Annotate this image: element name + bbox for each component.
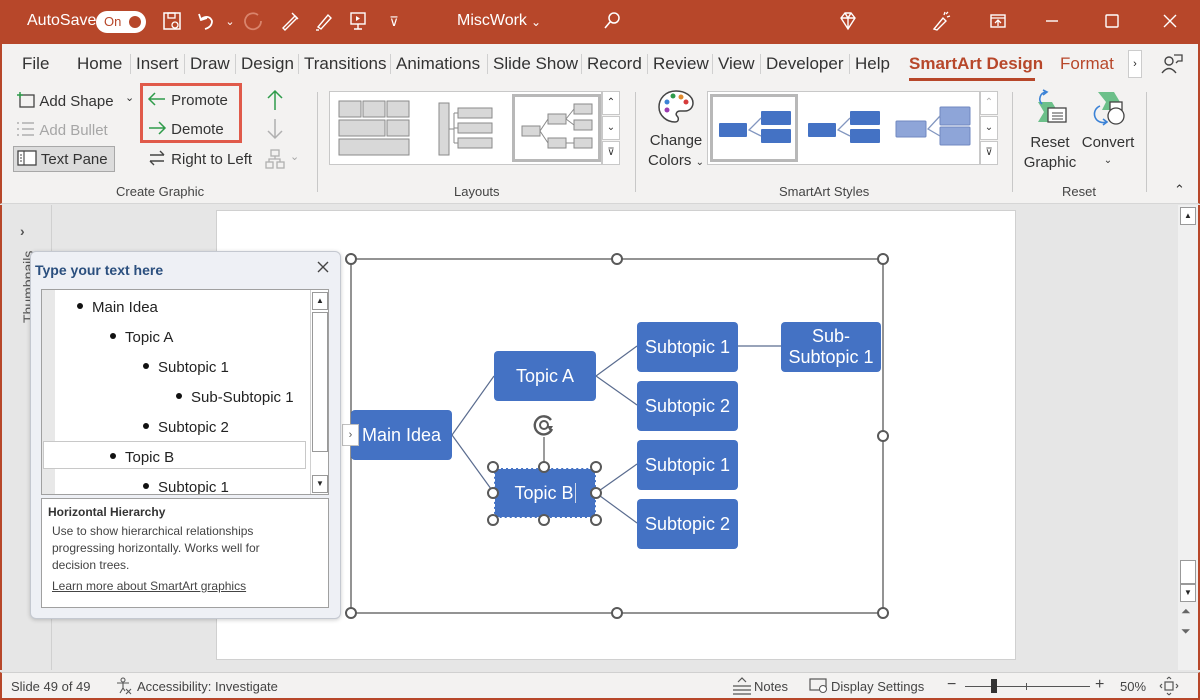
scroll-thumb[interactable]	[1180, 560, 1196, 584]
list-item-subtopic-2[interactable]: Subtopic 2	[143, 419, 229, 436]
frame-resize-handle-nw[interactable]	[345, 253, 357, 265]
frame-resize-handle-n[interactable]	[611, 253, 623, 265]
accessibility-icon	[115, 677, 133, 698]
layout-description-title: Horizontal Hierarchy	[48, 505, 166, 519]
layout-description: Horizontal Hierarchy Use to show hierarc…	[41, 498, 329, 608]
connector-main-topic-a	[451, 375, 495, 436]
previous-slide-icon[interactable]: ⏶	[1181, 605, 1191, 617]
zoom-out-button[interactable]: −	[947, 676, 956, 694]
display-settings-icon	[809, 677, 829, 698]
text-pane-bullet-list[interactable]: Main Idea Topic A Subtopic 1 Sub-Subtopi…	[41, 289, 329, 495]
connector-topic-b-sub1	[595, 463, 638, 494]
text-pane: Type your text here Main Idea Topic A Su…	[30, 251, 341, 619]
shape-resize-handle-w[interactable]	[487, 487, 499, 499]
status-bar: Slide 49 of 49 Accessibility: Investigat…	[0, 672, 1200, 700]
layout-description-text: Use to show hierarchical relationships p…	[52, 524, 260, 572]
zoom-slider-center-tick	[1026, 683, 1027, 690]
scroll-up-icon[interactable]: ▲	[1180, 207, 1196, 225]
node-topic-a[interactable]: Topic A	[494, 351, 596, 401]
node-topic-b-label: Topic B	[514, 482, 574, 503]
frame-resize-handle-e[interactable]	[877, 430, 889, 442]
shape-resize-handle-nw[interactable]	[487, 461, 499, 473]
learn-more-link[interactable]: Learn more about SmartArt graphics	[48, 579, 322, 593]
scroll-up-icon[interactable]: ▲	[312, 292, 328, 310]
connector-topic-b-sub2	[595, 492, 638, 524]
node-main-idea[interactable]: Main Idea	[351, 410, 452, 460]
list-item-topic-a[interactable]: Topic A	[110, 329, 173, 346]
slide-scrollbar[interactable]: ▲ ▼ ⏶ ⏷	[1178, 205, 1200, 670]
notes-icon	[731, 676, 753, 699]
accessibility-status[interactable]: Accessibility: Investigate	[137, 679, 278, 694]
scroll-down-icon[interactable]: ▼	[312, 475, 328, 493]
connector-topic-a-sub1	[595, 345, 638, 377]
list-item-topic-b-selected[interactable]: Topic B	[110, 449, 174, 466]
frame-resize-handle-se[interactable]	[877, 607, 889, 619]
node-topic-a-subtopic-1[interactable]: Subtopic 1	[637, 322, 738, 372]
text-pane-toggle-icon[interactable]: ›	[342, 424, 359, 446]
shape-resize-handle-n[interactable]	[538, 461, 550, 473]
display-settings-button[interactable]: Display Settings	[831, 679, 924, 694]
node-topic-b-subtopic-2[interactable]: Subtopic 2	[637, 499, 738, 549]
list-item-subtopic-1[interactable]: Subtopic 1	[143, 359, 229, 376]
node-topic-b-selected[interactable]: Topic B	[494, 468, 596, 518]
scroll-thumb[interactable]	[312, 312, 328, 452]
text-pane-close-icon[interactable]	[315, 259, 331, 280]
frame-resize-handle-s[interactable]	[611, 607, 623, 619]
scroll-down-icon[interactable]: ▼	[1180, 584, 1196, 602]
list-item-sub-subtopic-1[interactable]: Sub-Subtopic 1	[176, 389, 294, 406]
shape-resize-handle-sw[interactable]	[487, 514, 499, 526]
text-cursor	[574, 483, 576, 503]
connector-topic-a-sub2	[595, 375, 638, 406]
frame-resize-handle-ne[interactable]	[877, 253, 889, 265]
list-item-subtopic-1[interactable]: Subtopic 1	[143, 479, 229, 494]
node-topic-a-subtopic-2[interactable]: Subtopic 2	[637, 381, 738, 431]
text-pane-title: Type your text here	[35, 262, 164, 278]
text-pane-scrollbar[interactable]: ▲ ▼	[310, 290, 328, 494]
list-item-selected-highlight	[43, 441, 306, 469]
notes-button[interactable]: Notes	[754, 679, 788, 694]
zoom-slider-thumb[interactable]	[991, 679, 997, 693]
zoom-slider-track[interactable]	[965, 686, 1090, 687]
zoom-in-button[interactable]: +	[1095, 676, 1104, 694]
next-slide-icon[interactable]: ⏷	[1181, 625, 1191, 637]
list-item-main-idea[interactable]: Main Idea	[77, 299, 158, 316]
slide-counter[interactable]: Slide 49 of 49	[11, 679, 91, 694]
shape-resize-handle-e[interactable]	[590, 487, 602, 499]
shape-resize-handle-ne[interactable]	[590, 461, 602, 473]
zoom-level[interactable]: 50%	[1120, 679, 1146, 694]
fit-slide-icon[interactable]	[1159, 676, 1179, 699]
rotate-handle-icon[interactable]	[531, 412, 557, 443]
node-sub-subtopic-1[interactable]: Sub-Subtopic 1	[781, 322, 881, 372]
shape-resize-handle-s[interactable]	[538, 514, 550, 526]
frame-resize-handle-sw[interactable]	[345, 607, 357, 619]
shape-resize-handle-se[interactable]	[590, 514, 602, 526]
node-topic-b-subtopic-1[interactable]: Subtopic 1	[637, 440, 738, 490]
